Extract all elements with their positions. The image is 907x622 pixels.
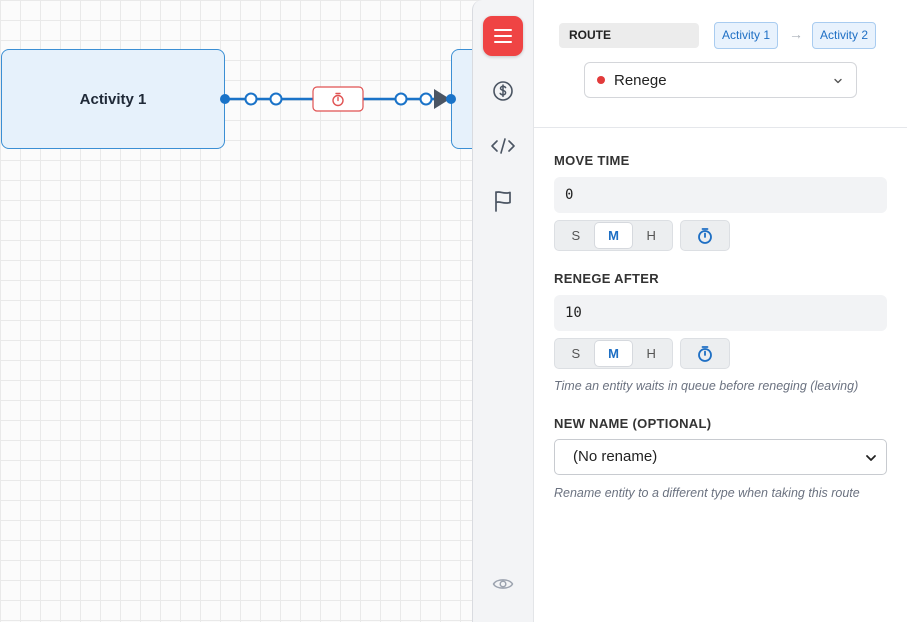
route-type-dot	[597, 76, 605, 84]
panel-header: ROUTE Activity 1 → Activity 2 Renege	[534, 0, 907, 128]
route-edge[interactable]	[0, 0, 472, 200]
code-button[interactable]	[483, 126, 523, 166]
edge-renege-badge[interactable]	[312, 86, 364, 112]
rename-hint: Rename entity to a different type when t…	[554, 486, 860, 500]
route-source-chip[interactable]: Activity 1	[714, 22, 779, 49]
move-time-input[interactable]: 0	[554, 177, 887, 213]
route-type-select[interactable]: Renege	[584, 62, 857, 98]
route-type-value: Renege	[614, 71, 667, 89]
new-name-label: NEW NAME (OPTIONAL)	[554, 416, 712, 431]
renege-hint: Time an entity waits in queue before ren…	[554, 379, 859, 393]
stopwatch-icon	[698, 345, 712, 362]
route-badge: ROUTE	[559, 23, 699, 48]
renege-after-label: RENEGE AFTER	[554, 271, 659, 286]
flow-canvas[interactable]: Activity 1	[0, 0, 511, 622]
move-time-distribution-button[interactable]	[680, 220, 730, 251]
dollar-icon	[493, 81, 513, 101]
menu-button[interactable]	[483, 16, 523, 56]
unit-seconds-button[interactable]: S	[557, 223, 595, 248]
cost-button[interactable]	[483, 71, 523, 111]
renege-distribution-button[interactable]	[680, 338, 730, 369]
flag-button[interactable]	[483, 181, 523, 221]
unit-hours-button[interactable]: H	[632, 341, 670, 366]
menu-icon	[494, 29, 512, 43]
edge-waypoint[interactable]	[269, 92, 283, 106]
renege-after-input[interactable]: 10	[554, 295, 887, 331]
eye-icon	[492, 579, 514, 589]
rename-select-value: (No rename)	[573, 448, 658, 465]
visibility-button[interactable]	[483, 564, 523, 604]
move-time-label: MOVE TIME	[554, 153, 630, 168]
unit-minutes-button[interactable]: M	[594, 341, 633, 366]
route-properties-panel: ROUTE Activity 1 → Activity 2 Renege MOV…	[534, 0, 907, 622]
edge-waypoint[interactable]	[394, 92, 408, 106]
sidebar-rail	[472, 0, 534, 622]
unit-seconds-button[interactable]: S	[557, 341, 595, 366]
move-time-unit-toggle: S M H	[554, 220, 673, 251]
code-icon	[491, 138, 515, 154]
unit-minutes-button[interactable]: M	[594, 223, 633, 248]
rename-select[interactable]: (No rename)	[554, 439, 887, 475]
unit-hours-button[interactable]: H	[632, 223, 670, 248]
edge-source-handle[interactable]	[220, 94, 230, 104]
route-arrow: →	[789, 26, 803, 42]
flag-icon	[495, 191, 511, 212]
chevron-down-icon	[866, 455, 876, 461]
chevron-down-icon	[834, 78, 842, 84]
edge-target-handle[interactable]	[446, 94, 456, 104]
edge-waypoint[interactable]	[419, 92, 433, 106]
renege-after-unit-toggle: S M H	[554, 338, 673, 369]
stopwatch-icon	[698, 227, 712, 244]
edge-waypoint[interactable]	[244, 92, 258, 106]
route-target-chip[interactable]: Activity 2	[812, 22, 877, 49]
